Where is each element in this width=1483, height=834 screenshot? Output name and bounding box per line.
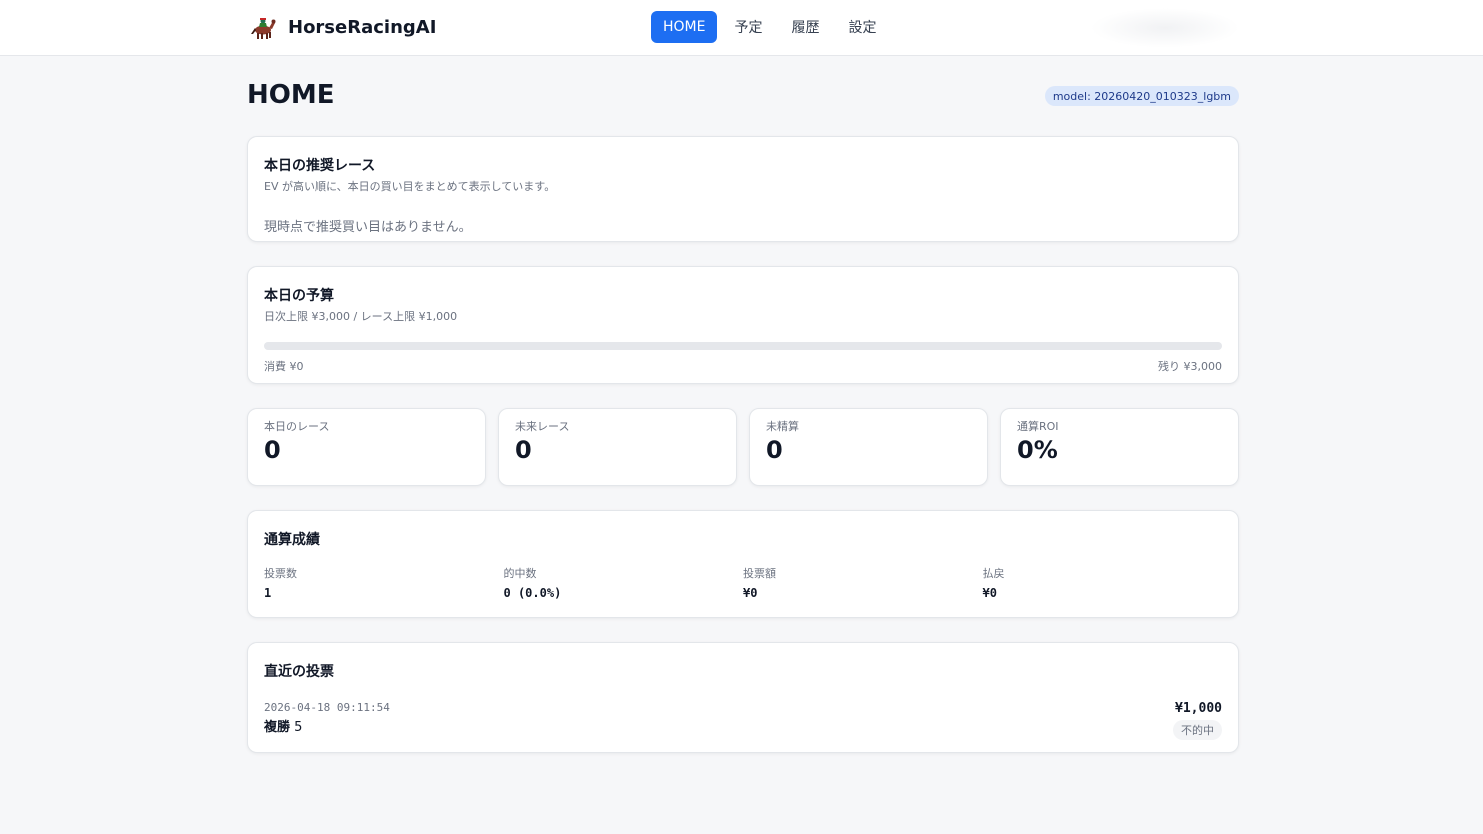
nav-schedule[interactable]: 予定 — [722, 11, 774, 43]
budget-card: 本日の予算 日次上限 ¥3,000 / レース上限 ¥1,000 消費 ¥0 残… — [247, 266, 1239, 384]
budget-title: 本日の予算 — [264, 288, 334, 304]
nav-home[interactable]: HOME — [651, 11, 718, 43]
stat-value: 0 — [515, 436, 532, 464]
recent-title: 直近の投票 — [264, 664, 334, 680]
total-value: 1 — [264, 586, 272, 600]
nav-history[interactable]: 履歴 — [779, 11, 831, 43]
list-item[interactable]: 2026-04-18 09:11:54 複勝 5 ¥1,000 不的中 — [264, 701, 1222, 740]
bet-type: 複勝 — [264, 720, 291, 735]
stat-future-races: 未来レース 0 — [498, 408, 737, 486]
total-stake: 投票額 ¥0 — [743, 565, 983, 600]
total-label: 投票額 — [743, 567, 776, 580]
budget-spent: 消費 ¥0 — [264, 360, 304, 373]
total-value: ¥0 — [982, 586, 997, 600]
bet-horse: 5 — [294, 720, 303, 735]
stat-unsettled: 未精算 0 — [749, 408, 988, 486]
stat-total-roi: 通算ROI 0% — [1000, 408, 1239, 486]
stat-today-races: 本日のレース 0 — [247, 408, 486, 486]
total-payout: 払戻 ¥0 — [983, 565, 1223, 600]
app-name: HorseRacingAI — [288, 16, 437, 38]
budget-remaining: 残り ¥3,000 — [1158, 360, 1222, 373]
bet-time: 2026-04-18 09:11:54 — [264, 701, 390, 714]
stat-label: 未精算 — [766, 420, 799, 433]
model-badge: model: 20260420_010323_lgbm — [1044, 86, 1239, 106]
recommend-subtitle: EV が高い順に、本日の買い目をまとめて表示しています。 — [264, 180, 556, 193]
stat-label: 本日のレース — [264, 420, 330, 433]
main-nav: HOME 予定 履歴 設定 — [651, 11, 893, 43]
brand[interactable]: HorseRacingAI — [250, 13, 436, 41]
bet-description: 複勝 5 — [264, 716, 390, 735]
total-value: 0 (0.0%) — [503, 586, 562, 600]
stat-value: 0 — [766, 436, 783, 464]
recommend-card: 本日の推奨レース EV が高い順に、本日の買い目をまとめて表示しています。 現時… — [247, 136, 1239, 242]
total-label: 払戻 — [982, 567, 1005, 580]
total-label: 的中数 — [503, 567, 537, 580]
total-value: ¥0 — [743, 586, 758, 600]
horse-racing-icon — [251, 18, 276, 39]
total-hits: 的中数 0 (0.0%) — [504, 565, 744, 600]
stat-label: 通算ROI — [1017, 420, 1059, 433]
budget-subtitle: 日次上限 ¥3,000 / レース上限 ¥1,000 — [264, 310, 458, 323]
status-badge: 不的中 — [1173, 720, 1222, 740]
user-area — [1090, 8, 1240, 48]
budget-progress-bar — [264, 342, 1222, 350]
nav-settings[interactable]: 設定 — [836, 11, 888, 43]
stat-label: 未来レース — [515, 420, 570, 433]
total-bets: 投票数 1 — [264, 565, 504, 600]
top-navbar: HorseRacingAI HOME 予定 履歴 設定 — [0, 0, 1483, 56]
stat-value: 0% — [1017, 436, 1058, 464]
page-title: HOME — [247, 80, 335, 110]
recommend-empty-message: 現時点で推奨買い目はありません。 — [264, 220, 472, 235]
total-label: 投票数 — [264, 567, 297, 580]
bet-amount: ¥1,000 — [1175, 701, 1222, 716]
totals-title: 通算成績 — [264, 532, 320, 548]
totals-card: 通算成績 投票数 1 的中数 0 (0.0%) 投票額 ¥0 払戻 ¥0 — [247, 510, 1239, 618]
recommend-title: 本日の推奨レース — [264, 158, 376, 174]
stat-value: 0 — [264, 436, 281, 464]
recent-bets-card: 直近の投票 2026-04-18 09:11:54 複勝 5 ¥1,000 不的… — [247, 642, 1239, 753]
